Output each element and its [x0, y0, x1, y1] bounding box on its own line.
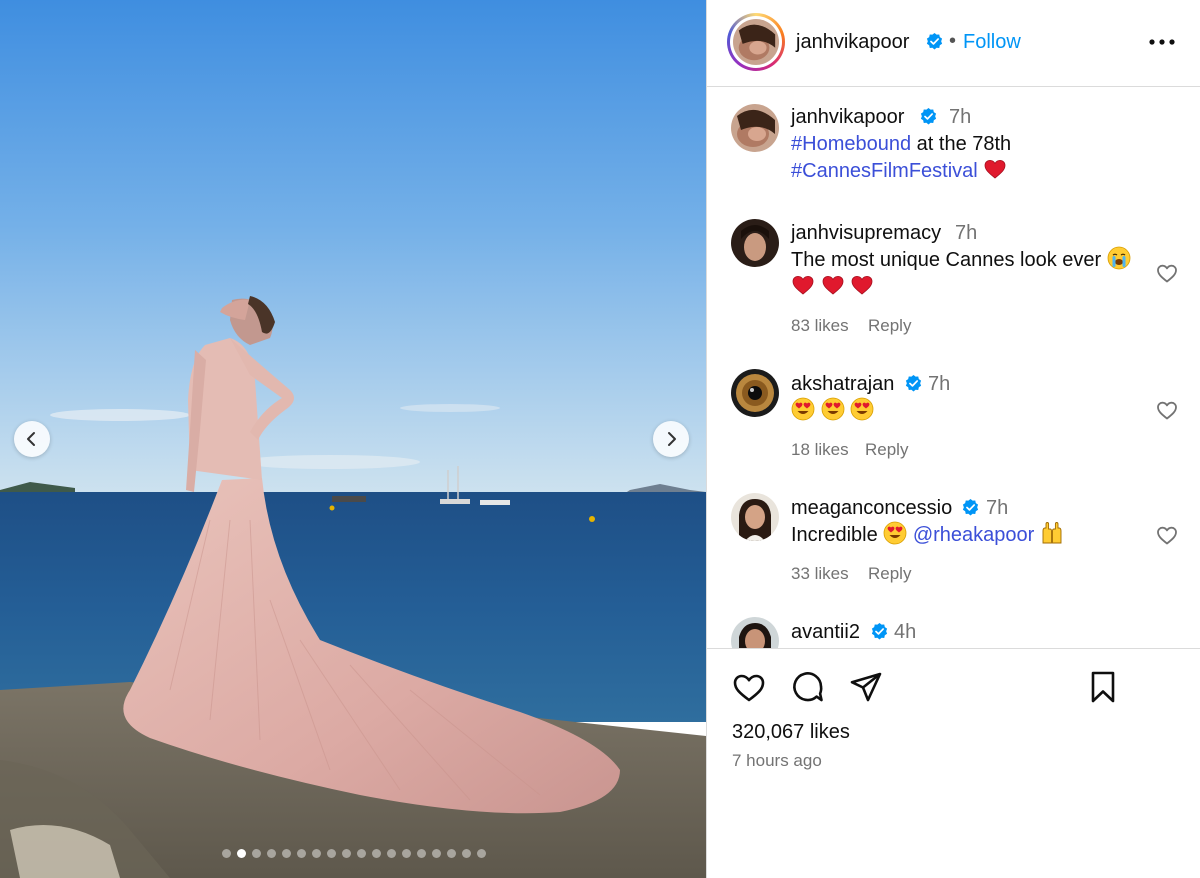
header-separator: •	[949, 30, 957, 52]
post-likes-count[interactable]: 320,067 likes	[732, 721, 850, 744]
loudly-crying-face-emoji-icon	[1107, 246, 1131, 270]
post-media[interactable]	[0, 0, 706, 878]
reply-button[interactable]: Reply	[865, 440, 908, 460]
carousel-dot	[282, 849, 291, 858]
carousel-dot	[387, 849, 396, 858]
chevron-right-icon	[668, 432, 676, 446]
post-actions: 320,067 likes 7 hours ago	[707, 648, 1200, 878]
carousel-dot	[372, 849, 381, 858]
hashtag-link[interactable]: #Homebound	[791, 133, 911, 155]
comment-like-heart-icon[interactable]	[1155, 261, 1179, 285]
verified-badge-icon	[962, 498, 979, 516]
carousel-dot	[312, 849, 321, 858]
post-photo	[0, 0, 706, 878]
carousel-dot	[297, 849, 306, 858]
comment-username[interactable]: meaganconcessio	[791, 497, 952, 520]
carousel-dot	[267, 849, 276, 858]
verified-badge-icon	[920, 107, 937, 125]
carousel-dot	[237, 849, 246, 858]
share-icon[interactable]	[848, 669, 884, 705]
follow-button[interactable]: Follow	[963, 31, 1021, 54]
verified-badge-icon	[905, 374, 922, 392]
carousel-dot	[357, 849, 366, 858]
comment-likes[interactable]: 18 likes	[791, 440, 849, 460]
heart-eyes-emoji-icon	[821, 397, 844, 421]
carousel-indicator	[222, 849, 486, 858]
comment-time: 7h	[955, 222, 978, 244]
post-detail-panel: janhvikapoor • Follow janhvikapoor 7h #H…	[706, 0, 1200, 878]
avatar-image	[731, 369, 779, 417]
carousel-dot	[432, 849, 441, 858]
caption-body: at the 78th	[911, 133, 1012, 155]
comment-likes[interactable]: 83 likes	[791, 316, 849, 336]
comment-time: 7h	[986, 497, 1009, 519]
post-time-ago: 7 hours ago	[732, 751, 822, 770]
carousel-dot	[462, 849, 471, 858]
comment-username[interactable]: akshatrajan	[791, 373, 894, 396]
caption-avatar[interactable]	[731, 104, 779, 152]
carousel-dot	[402, 849, 411, 858]
hashtag-link[interactable]: #CannesFilmFestival	[791, 160, 978, 182]
bookmark-icon[interactable]	[1085, 669, 1121, 705]
comment-text	[791, 397, 1091, 424]
comment-avatar[interactable]	[731, 219, 779, 267]
reply-button[interactable]: Reply	[868, 316, 911, 336]
comment-avatar[interactable]	[731, 493, 779, 541]
avatar-image	[731, 219, 779, 267]
author-username[interactable]: janhvikapoor	[796, 31, 909, 54]
more-options-icon[interactable]	[1147, 30, 1177, 54]
red-heart-emoji-icon	[984, 159, 1006, 179]
comment-icon[interactable]	[790, 669, 826, 705]
comment-avatar[interactable]	[731, 369, 779, 417]
comment-likes[interactable]: 33 likes	[791, 564, 849, 584]
comment-avatar[interactable]	[731, 617, 779, 648]
comment-text: The most unique Cannes look ever	[791, 246, 1161, 300]
previous-photo-button[interactable]	[14, 421, 50, 457]
comment-time: 7h	[928, 373, 951, 395]
carousel-dot	[342, 849, 351, 858]
comment-time: 4h	[894, 621, 917, 643]
chevron-left-icon	[27, 432, 35, 446]
raising-hands-emoji-icon	[1042, 522, 1062, 544]
post-header: janhvikapoor • Follow	[707, 0, 1200, 87]
comment-text: Incredible @rheakapoor	[791, 521, 1151, 548]
red-heart-emoji-icon	[792, 275, 814, 295]
heart-eyes-emoji-icon	[791, 397, 815, 421]
heart-eyes-emoji-icon	[883, 521, 907, 545]
heart-eyes-emoji-icon	[850, 397, 874, 421]
caption-username[interactable]: janhvikapoor	[791, 106, 904, 129]
comment-like-heart-icon[interactable]	[1155, 523, 1179, 547]
caption-text: #Homebound at the 78th #CannesFilmFestiv…	[791, 131, 1171, 184]
verified-badge-icon	[926, 32, 943, 50]
reply-button[interactable]: Reply	[868, 564, 911, 584]
comments-list[interactable]: janhvikapoor 7h #Homebound at the 78th #…	[707, 88, 1200, 648]
red-heart-emoji-icon	[822, 275, 843, 295]
avatar-image	[731, 104, 779, 152]
comment-like-heart-icon[interactable]	[1155, 398, 1179, 422]
carousel-dot	[222, 849, 231, 858]
carousel-dot	[252, 849, 261, 858]
comment-username[interactable]: janhvisupremacy	[791, 222, 941, 245]
carousel-dot	[327, 849, 336, 858]
next-photo-button[interactable]	[653, 421, 689, 457]
comment-username[interactable]: avantii2	[791, 621, 860, 644]
caption-time: 7h	[949, 106, 972, 128]
avatar-image	[733, 19, 779, 65]
heart-icon[interactable]	[731, 669, 767, 705]
carousel-dot	[447, 849, 456, 858]
verified-badge-icon	[871, 622, 888, 640]
avatar-image	[731, 493, 779, 541]
carousel-dot	[417, 849, 426, 858]
avatar-image	[731, 617, 779, 648]
carousel-dot	[477, 849, 486, 858]
mention-link[interactable]: @rheakapoor	[913, 524, 1034, 546]
red-heart-emoji-icon	[851, 275, 873, 295]
author-avatar[interactable]	[727, 13, 785, 71]
